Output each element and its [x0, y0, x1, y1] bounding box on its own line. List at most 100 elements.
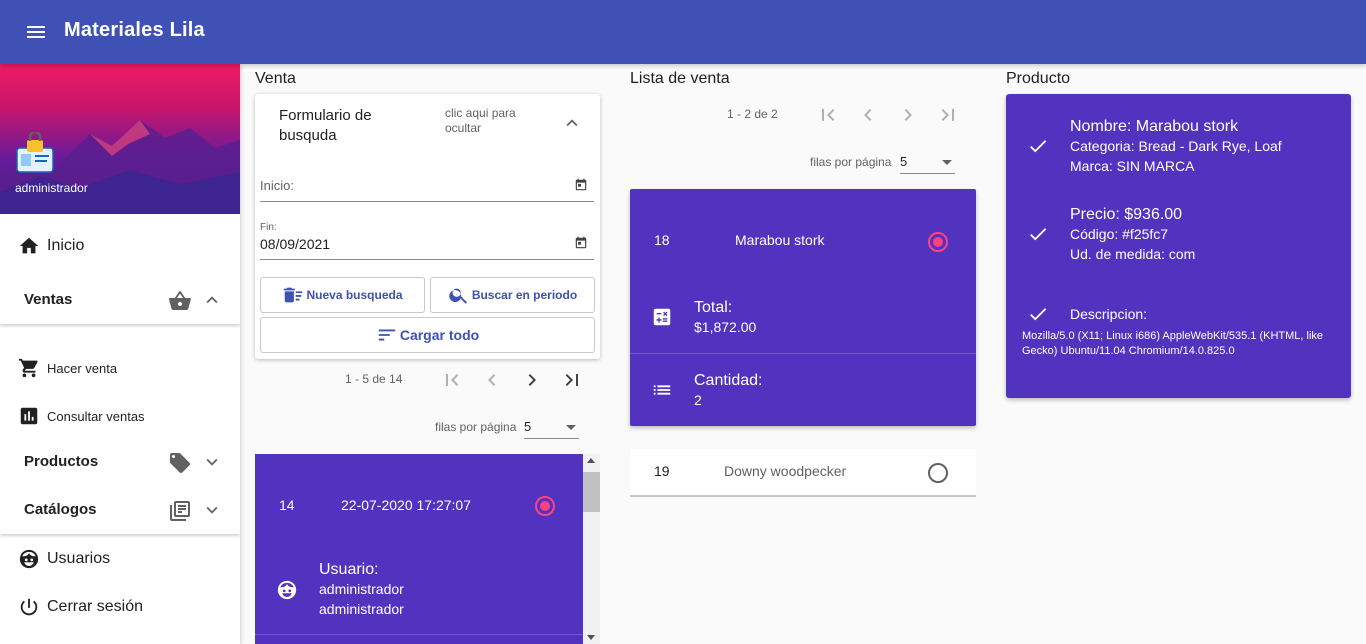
- cart-icon: [18, 357, 40, 379]
- form-hint[interactable]: clic aqui para ocultar: [445, 106, 545, 136]
- item-name: Downy woodpecker: [724, 463, 847, 479]
- fin-date-field[interactable]: Fin: 08/09/2021: [260, 222, 594, 260]
- product-codigo: Código: #f25fc7: [1070, 226, 1169, 242]
- dropdown-caret-icon: [942, 160, 952, 165]
- basket-icon: [168, 289, 192, 313]
- cargar-todo-button[interactable]: Cargar todo: [260, 317, 595, 353]
- nueva-busqueda-label: Nueva busqueda: [306, 288, 403, 302]
- product-categoria: Categoria: Bread - Dark Rye, Loaf: [1070, 138, 1282, 154]
- first-page-icon[interactable]: [440, 368, 464, 392]
- sale-user-label: Usuario:: [319, 561, 379, 578]
- total-value: $1,872.00: [694, 319, 757, 335]
- sidebar-item-hacer-venta[interactable]: Hacer venta: [0, 357, 240, 379]
- sidebar-item-consultar-ventas[interactable]: Consultar ventas: [0, 405, 240, 427]
- user-name: administrador: [15, 181, 88, 195]
- chevron-left-icon[interactable]: [480, 368, 504, 392]
- product-unidad: Ud. de medida: com: [1070, 246, 1196, 262]
- menu-icon[interactable]: [24, 20, 48, 44]
- section-title-lista: Lista de venta: [630, 70, 730, 87]
- sidebar-item-cerrar-sesion[interactable]: Cerrar sesión: [0, 595, 240, 619]
- dropdown-caret-icon: [566, 425, 576, 430]
- sidebar-item-label: Cerrar sesión: [47, 598, 144, 615]
- first-page-icon[interactable]: [816, 103, 840, 127]
- chevron-right-icon[interactable]: [896, 103, 920, 127]
- sale-radio-selected[interactable]: [535, 496, 555, 516]
- chevron-up-icon[interactable]: [561, 112, 583, 134]
- face-icon: [276, 579, 298, 601]
- face-icon: [18, 548, 40, 570]
- product-descripcion: Mozilla/5.0 (X11; Linux i686) AppleWebKi…: [1022, 330, 1324, 357]
- check-icon: [1027, 303, 1049, 325]
- scroll-down-icon[interactable]: [587, 635, 595, 640]
- cargar-todo-label: Cargar todo: [399, 327, 480, 343]
- divider: [630, 353, 976, 354]
- form-title: Formulario de busquda: [279, 107, 372, 144]
- chevron-left-icon[interactable]: [856, 103, 880, 127]
- item-name: Marabou stork: [735, 232, 825, 248]
- sidebar-group-ventas[interactable]: Ventas: [0, 276, 240, 324]
- user-lock-icon: [15, 132, 55, 174]
- product-marca: Marca: SIN MARCA: [1070, 158, 1195, 174]
- chevron-right-icon[interactable]: [520, 368, 544, 392]
- last-page-icon[interactable]: [560, 368, 584, 392]
- tag-icon: [168, 451, 192, 475]
- cantidad-value: 2: [694, 392, 702, 408]
- product-descripcion-label: Descripcion:: [1070, 306, 1148, 322]
- check-icon: [1027, 223, 1049, 245]
- inicio-date-field[interactable]: Inicio:: [260, 172, 594, 202]
- sale-item-card[interactable]: 18 Marabou stork Total: $1,872.00 Cantid…: [630, 189, 976, 426]
- sidebar-item-label: Hacer venta: [47, 360, 118, 376]
- scroll-thumb[interactable]: [583, 472, 600, 512]
- chevron-up-icon[interactable]: [201, 289, 223, 311]
- sale-item-row[interactable]: 19 Downy woodpecker: [630, 449, 976, 497]
- sidebar-group-label: Productos: [24, 453, 99, 470]
- rows-per-page-value: 5: [524, 419, 532, 434]
- sidebar-item-inicio[interactable]: Inicio: [0, 234, 240, 258]
- sidebar-item-label: Consultar ventas: [47, 408, 145, 424]
- rows-per-page-value: 5: [900, 154, 908, 169]
- check-icon: [1027, 135, 1049, 157]
- scroll-up-icon[interactable]: [587, 458, 595, 463]
- app-toolbar: Materiales Lila: [0, 0, 1366, 64]
- product-card: Nombre: Marabou stork Categoria: Bread -…: [1006, 94, 1351, 398]
- sale-date: 22-07-2020 17:27:07: [341, 497, 471, 513]
- lista-rows-per-page-select[interactable]: 5: [900, 152, 955, 174]
- section-title-venta: Venta: [255, 70, 296, 87]
- sale-list-scrollbar[interactable]: [583, 454, 600, 644]
- sale-user-line2: administrador: [319, 601, 404, 617]
- search-icon: [448, 284, 470, 306]
- sale-user-line1: administrador: [319, 581, 404, 597]
- calendar-icon[interactable]: [574, 236, 588, 250]
- sidebar-group-productos[interactable]: Productos: [0, 438, 240, 486]
- lista-paginator-range: 1 - 2 de 2: [727, 107, 778, 121]
- item-radio-unselected[interactable]: [928, 463, 948, 483]
- home-icon: [18, 235, 40, 257]
- fin-value: 08/09/2021: [260, 236, 331, 252]
- sidebar-item-label: Inicio: [47, 237, 85, 254]
- buscar-periodo-label: Buscar en periodo: [471, 288, 578, 302]
- chevron-down-icon[interactable]: [201, 451, 223, 473]
- item-radio-selected[interactable]: [928, 232, 948, 252]
- sidebar-group-label: Catálogos: [24, 501, 97, 518]
- app-title: Materiales Lila: [64, 19, 205, 41]
- total-label: Total:: [694, 299, 733, 316]
- chevron-down-icon[interactable]: [201, 499, 223, 521]
- product-nombre: Nombre: Marabou stork: [1070, 118, 1239, 135]
- nueva-busqueda-button[interactable]: Nueva busqueda: [260, 277, 425, 313]
- inicio-label: Inicio:: [260, 178, 294, 193]
- power-icon: [18, 596, 40, 618]
- product-precio: Precio: $936.00: [1070, 206, 1183, 223]
- delete-sweep-icon: [282, 284, 304, 306]
- calendar-icon[interactable]: [574, 178, 588, 192]
- sidebar-group-catalogos[interactable]: Catálogos: [0, 486, 240, 534]
- buscar-periodo-button[interactable]: Buscar en periodo: [430, 277, 595, 313]
- venta-rows-per-page-select[interactable]: 5: [524, 417, 579, 439]
- profile-header: administrador: [0, 64, 240, 214]
- sale-card[interactable]: 14 22-07-2020 17:27:07 Usuario: administ…: [255, 454, 583, 644]
- sidebar-item-usuarios[interactable]: Usuarios: [0, 547, 240, 571]
- sort-icon: [376, 324, 398, 346]
- section-title-producto: Producto: [1006, 70, 1071, 87]
- sidebar-item-label: Usuarios: [47, 550, 111, 567]
- library-icon: [168, 499, 192, 523]
- last-page-icon[interactable]: [936, 103, 960, 127]
